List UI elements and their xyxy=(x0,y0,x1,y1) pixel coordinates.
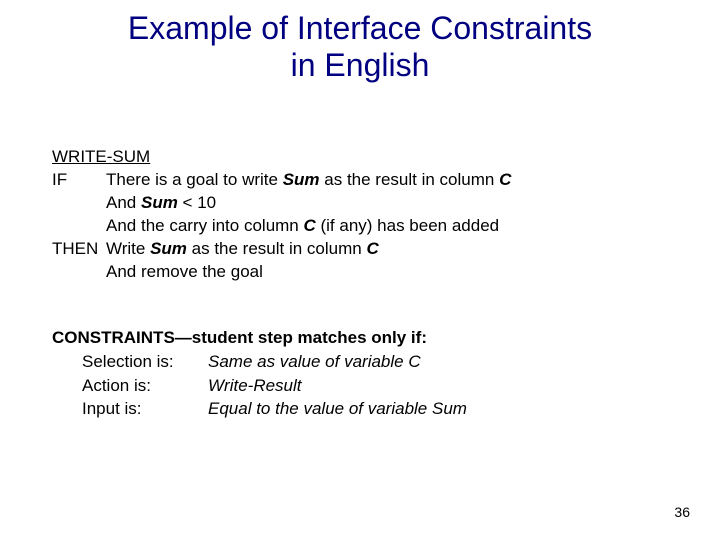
if-l2-sum: Sum xyxy=(141,193,178,212)
if-l1-c: C xyxy=(499,170,511,189)
then-l1-b: as the result in column xyxy=(187,239,367,258)
then-line-1: THEN Write Sum as the result in column C xyxy=(52,238,511,261)
then-l1-a: Write xyxy=(106,239,150,258)
if-text-2: And Sum < 10 xyxy=(106,192,216,215)
if-line-3: And the carry into column C (if any) has… xyxy=(52,215,511,238)
slide: Example of Interface Constraints in Engl… xyxy=(0,0,720,540)
c1-value: Same as value of variable C xyxy=(208,350,421,374)
if-keyword: IF xyxy=(52,169,106,192)
if-l3-a: And the carry into column xyxy=(106,216,303,235)
if-l3-b: (if any) has been added xyxy=(316,216,499,235)
c1-label: Selection is: xyxy=(52,350,208,374)
title-line-1: Example of Interface Constraints xyxy=(128,10,592,46)
then-text-1: Write Sum as the result in column C xyxy=(106,238,379,261)
then-keyword: THEN xyxy=(52,238,106,261)
if-line-1: IF There is a goal to write Sum as the r… xyxy=(52,169,511,192)
slide-title: Example of Interface Constraints in Engl… xyxy=(0,0,720,84)
if-text-3: And the carry into column C (if any) has… xyxy=(106,215,499,238)
if-l3-c: C xyxy=(303,216,315,235)
constraints-block: CONSTRAINTS—student step matches only if… xyxy=(52,326,467,421)
constraint-action: Action is: Write-Result xyxy=(52,374,467,398)
if-l1-sum: Sum xyxy=(283,170,320,189)
constraint-selection: Selection is: Same as value of variable … xyxy=(52,350,467,374)
title-line-2: in English xyxy=(291,47,430,83)
constraint-input: Input is: Equal to the value of variable… xyxy=(52,397,467,421)
constraints-header: CONSTRAINTS—student step matches only if… xyxy=(52,326,467,350)
c2-value: Write-Result xyxy=(208,374,302,398)
if-l1-a: There is a goal to write xyxy=(106,170,283,189)
page-number: 36 xyxy=(674,504,690,520)
then-l1-c: C xyxy=(366,239,378,258)
if-text-1: There is a goal to write Sum as the resu… xyxy=(106,169,511,192)
if-l1-b: as the result in column xyxy=(320,170,500,189)
if-l2-a: And xyxy=(106,193,141,212)
c3-value: Equal to the value of variable Sum xyxy=(208,397,467,421)
c3-label: Input is: xyxy=(52,397,208,421)
if-line-2: And Sum < 10 xyxy=(52,192,511,215)
rule-block: WRITE-SUM IF There is a goal to write Su… xyxy=(52,146,511,284)
rule-name: WRITE-SUM xyxy=(52,146,511,169)
then-text-2: And remove the goal xyxy=(106,261,263,284)
then-l1-sum: Sum xyxy=(150,239,187,258)
if-l2-b: < 10 xyxy=(178,193,216,212)
c2-label: Action is: xyxy=(52,374,208,398)
then-line-2: And remove the goal xyxy=(52,261,511,284)
